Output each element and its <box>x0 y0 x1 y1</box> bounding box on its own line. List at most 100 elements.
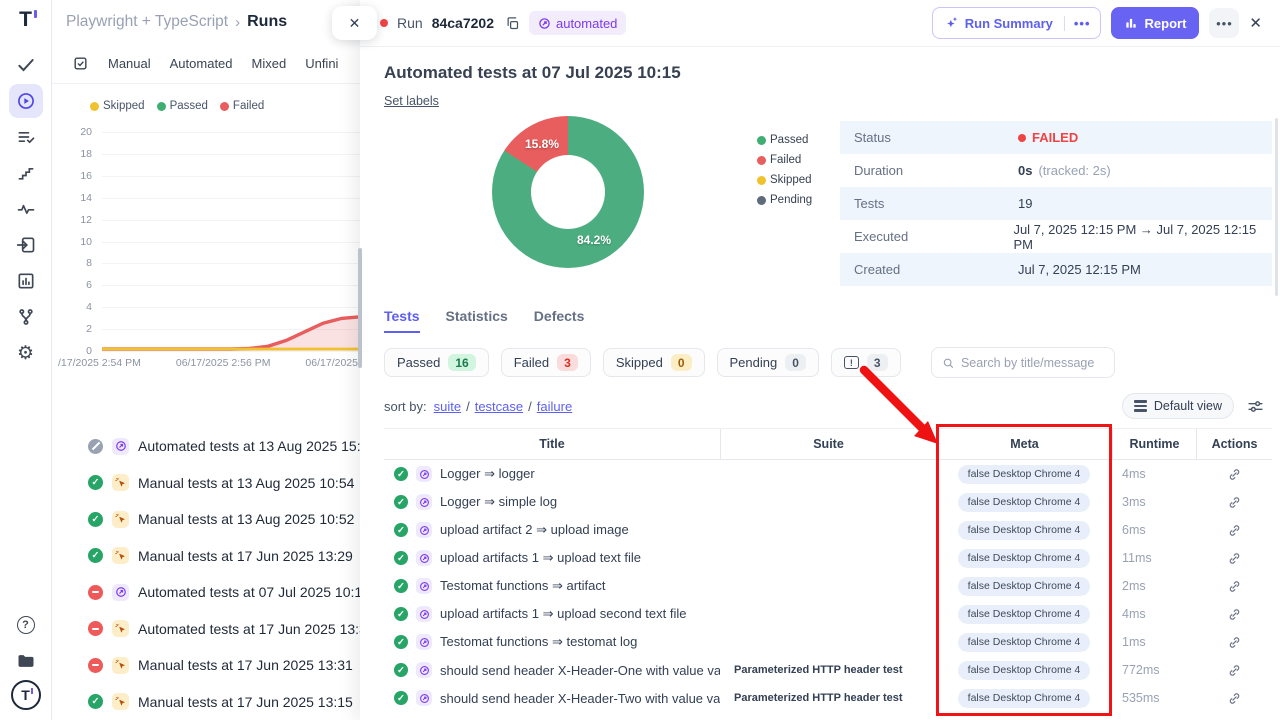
automated-icon <box>538 17 551 30</box>
column-settings-sliders-icon[interactable] <box>1247 398 1264 415</box>
tab-manual[interactable]: Manual <box>108 56 151 71</box>
test-title[interactable]: upload artifacts 1 ⇒ upload second text … <box>440 606 687 622</box>
avatar-letter: T <box>21 687 30 703</box>
settings-nav-gear-icon[interactable] <box>9 336 43 370</box>
col-actions[interactable]: Actions <box>1196 429 1272 459</box>
activity-nav-pulse-icon[interactable] <box>9 192 43 226</box>
link-icon[interactable] <box>1196 551 1272 566</box>
set-labels-link[interactable]: Set labels <box>384 94 439 108</box>
filter-passed[interactable]: Passed16 <box>384 348 489 377</box>
run-list-item[interactable]: Manual tests at 17 Jun 2025 13:29 from <box>52 538 360 575</box>
test-passed-icon <box>394 691 408 705</box>
link-icon[interactable] <box>1196 579 1272 594</box>
table-row[interactable]: upload artifact 2 ⇒ upload image false D… <box>384 516 1272 544</box>
reports-nav-chart-icon[interactable] <box>9 264 43 298</box>
sort-by-label: sort by: <box>384 399 427 414</box>
table-row[interactable]: should send header X-Header-Two with val… <box>384 684 1272 712</box>
link-icon[interactable] <box>1196 607 1272 622</box>
filter-skipped[interactable]: Skipped0 <box>603 348 705 377</box>
left-panel-scrollbar[interactable] <box>358 248 362 368</box>
breadcrumb-project[interactable]: Playwright + TypeScript <box>66 13 228 31</box>
run-summary-button[interactable]: Run Summary ••• <box>932 7 1101 39</box>
test-title[interactable]: should send header X-Header-Two with val… <box>440 691 720 706</box>
run-list-item[interactable]: Automated tests at 13 Aug 2025 15:53 <box>52 428 360 465</box>
tab-unfinished[interactable]: Unfini <box>305 56 338 71</box>
info-label: Duration <box>840 163 1018 178</box>
run-list-item[interactable]: Automated tests at 17 Jun 2025 13:30 <box>52 611 360 648</box>
run-list-item[interactable]: Manual tests at 17 Jun 2025 13:15 from <box>52 684 360 720</box>
link-icon[interactable] <box>1196 663 1272 678</box>
milestones-nav-stairs-icon[interactable] <box>9 156 43 190</box>
search-input[interactable] <box>961 356 1104 370</box>
test-title[interactable]: upload artifacts 1 ⇒ upload text file <box>440 550 641 566</box>
test-title[interactable]: Logger ⇒ simple log <box>440 494 557 510</box>
filter-failed[interactable]: Failed3 <box>501 348 591 377</box>
table-row[interactable]: upload artifacts 1 ⇒ upload text file fa… <box>384 544 1272 572</box>
run-title: Manual tests at 13 Aug 2025 10:54 <box>138 475 354 491</box>
automated-badge[interactable]: automated <box>529 11 626 35</box>
run-list-item[interactable]: Manual tests at 13 Aug 2025 10:54 2 <box>52 465 360 502</box>
detail-tabs: Tests Statistics Defects <box>384 308 1272 333</box>
projects-folder-icon[interactable] <box>9 644 43 678</box>
branches-nav-git-icon[interactable] <box>9 300 43 334</box>
test-title[interactable]: should send header X-Header-One with val… <box>440 663 720 678</box>
main-panel-scrollbar[interactable] <box>1275 118 1278 296</box>
test-title[interactable]: Testomat functions ⇒ testomat log <box>440 634 637 650</box>
tab-defects[interactable]: Defects <box>534 308 585 333</box>
tab-statistics[interactable]: Statistics <box>446 308 508 333</box>
skipped-legend-dot <box>757 176 766 185</box>
table-row[interactable]: Logger ⇒ simple log false Desktop Chrome… <box>384 488 1272 516</box>
run-list-item[interactable]: Manual tests at 17 Jun 2025 13:31 from <box>52 647 360 684</box>
breadcrumb-page[interactable]: Runs <box>247 13 287 31</box>
report-button[interactable]: Report <box>1111 7 1200 39</box>
user-avatar[interactable]: T <box>11 680 41 710</box>
test-title[interactable]: upload artifact 2 ⇒ upload image <box>440 522 629 538</box>
table-row[interactable]: upload artifacts 1 ⇒ upload second text … <box>384 600 1272 628</box>
test-runtime: 4ms <box>1112 467 1196 481</box>
link-icon[interactable] <box>1196 495 1272 510</box>
tests-nav-check-icon[interactable] <box>9 48 43 82</box>
run-summary-more[interactable]: ••• <box>1064 16 1100 31</box>
col-runtime[interactable]: Runtime <box>1112 429 1196 459</box>
filter-pending[interactable]: Pending0 <box>717 348 819 377</box>
passed-count-badge: 16 <box>448 354 475 371</box>
tab-automated[interactable]: Automated <box>170 56 233 71</box>
runs-tab-close-icon[interactable]: ✕ <box>332 6 377 40</box>
table-row[interactable]: Logger ⇒ logger false Desktop Chrome 4 4… <box>384 460 1272 488</box>
col-suite[interactable]: Suite <box>720 429 936 459</box>
link-icon[interactable] <box>1196 467 1272 482</box>
table-row[interactable]: Testomat functions ⇒ testomat log false … <box>384 628 1272 656</box>
col-title[interactable]: Title <box>384 429 720 459</box>
legend-passed: Passed <box>770 134 808 146</box>
tab-mixed[interactable]: Mixed <box>252 56 287 71</box>
run-list-item[interactable]: Automated tests at 07 Jul 2025 10:15 <box>52 574 360 611</box>
automated-icon <box>416 466 432 482</box>
import-nav-icon[interactable] <box>9 228 43 262</box>
default-view-button[interactable]: Default view <box>1122 393 1234 419</box>
link-icon[interactable] <box>1196 635 1272 650</box>
sort-row: sort by: suite / testcase / failure Defa… <box>384 393 1272 419</box>
col-meta[interactable]: Meta <box>936 429 1112 459</box>
failed-count-badge: 3 <box>557 354 578 371</box>
runs-nav-play-circle-icon[interactable] <box>9 84 43 118</box>
plans-nav-list-check-icon[interactable] <box>9 120 43 154</box>
test-title[interactable]: Testomat functions ⇒ artifact <box>440 578 606 594</box>
sort-link-suite[interactable]: suite <box>434 399 461 414</box>
filter-comments[interactable]: 3 <box>831 348 901 377</box>
sort-link-testcase[interactable]: testcase <box>475 399 523 414</box>
table-row[interactable]: should send header X-Header-One with val… <box>384 656 1272 684</box>
tab-tests[interactable]: Tests <box>384 308 420 333</box>
table-row[interactable]: Testomat functions ⇒ artifact false Desk… <box>384 572 1272 600</box>
link-icon[interactable] <box>1196 523 1272 538</box>
test-title[interactable]: Logger ⇒ logger <box>440 466 535 482</box>
close-panel-icon[interactable]: ✕ <box>1249 14 1262 32</box>
select-all-checkbox-icon[interactable] <box>72 55 89 72</box>
link-icon[interactable] <box>1196 691 1272 706</box>
copy-icon[interactable] <box>505 16 520 31</box>
app-logo[interactable]: T <box>19 8 32 32</box>
run-list-item[interactable]: Manual tests at 13 Aug 2025 10:52 from <box>52 501 360 538</box>
help-icon[interactable] <box>9 608 43 642</box>
sort-link-failure[interactable]: failure <box>537 399 572 414</box>
runs-filter-tabs: Manual Automated Mixed Unfini <box>52 44 360 84</box>
more-options-button[interactable]: ••• <box>1209 8 1239 38</box>
